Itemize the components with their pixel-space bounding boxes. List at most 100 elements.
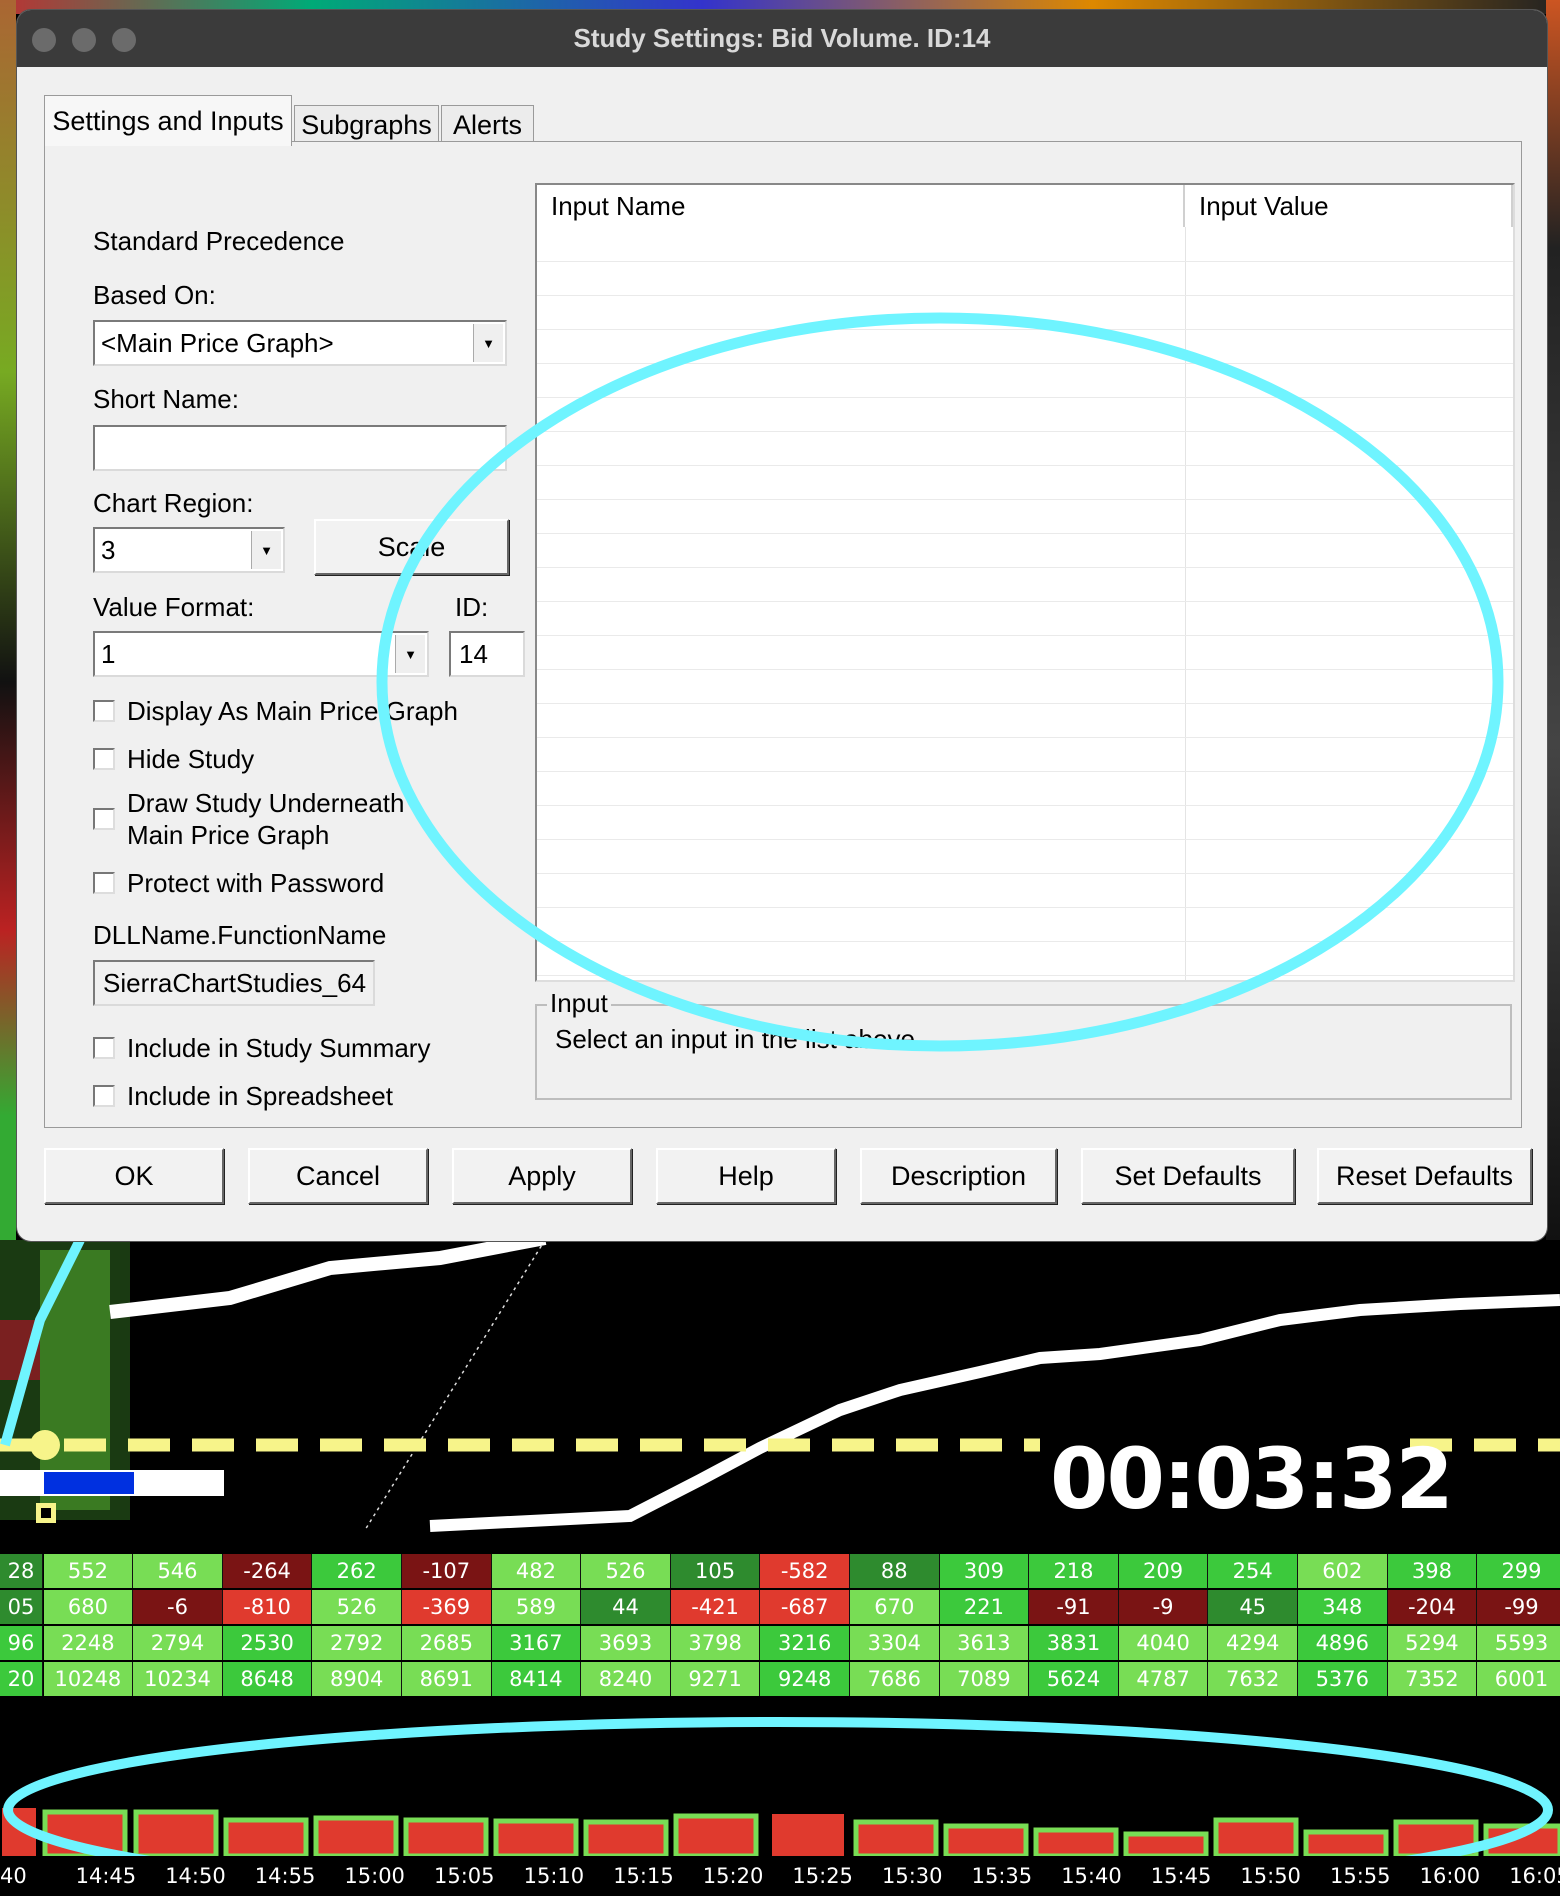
numbers-cell: 5624 [1029, 1662, 1119, 1696]
short-name-input[interactable] [93, 425, 507, 471]
numbers-cell: 20 [0, 1662, 43, 1696]
grid-row-line [537, 975, 1513, 976]
time-tick-label: 15:00 [344, 1864, 405, 1888]
numbers-cell: 45 [1208, 1590, 1298, 1624]
description-button[interactable]: Description [860, 1148, 1057, 1204]
input-group-label: Input [547, 988, 611, 1019]
time-tick-label: 15:40 [1061, 1864, 1122, 1888]
based-on-dropdown[interactable]: <Main Price Graph> ▼ [93, 320, 507, 366]
grid-row-line [537, 907, 1513, 908]
time-tick-label: 40 [0, 1864, 27, 1888]
numbers-cell: 526 [312, 1590, 402, 1624]
grid-row-line [537, 499, 1513, 500]
chart-background-left [0, 0, 16, 1240]
include-study-summary-checkbox[interactable]: Include in Study Summary [93, 1032, 430, 1064]
protect-password-checkbox[interactable]: Protect with Password [93, 867, 384, 899]
time-tick-label: 15:25 [792, 1864, 853, 1888]
tab-subgraphs[interactable]: Subgraphs [294, 105, 439, 145]
set-defaults-button[interactable]: Set Defaults [1081, 1148, 1295, 1204]
cancel-button[interactable]: Cancel [248, 1148, 428, 1204]
help-button[interactable]: Help [656, 1148, 836, 1204]
grid-row-line [537, 805, 1513, 806]
ok-button[interactable]: OK [44, 1148, 224, 1204]
numbers-cell: 2685 [402, 1626, 492, 1660]
grid-row-line [537, 771, 1513, 772]
price-ladder-strip [0, 1240, 130, 1520]
time-tick-label: 15:55 [1330, 1864, 1391, 1888]
tab-alerts[interactable]: Alerts [441, 105, 534, 145]
draw-underneath-checkbox[interactable]: Draw Study Underneath Main Price Graph [93, 787, 404, 851]
numbers-cell: 88 [850, 1554, 940, 1588]
minimize-window-button[interactable] [72, 28, 96, 52]
id-label: ID: [455, 592, 489, 622]
small-marker-inner [41, 1508, 51, 1518]
dotted-line [364, 1239, 546, 1531]
chevron-down-icon[interactable]: ▼ [395, 635, 425, 673]
include-spreadsheet-checkbox[interactable]: Include in Spreadsheet [93, 1080, 393, 1112]
position-bar-fill [44, 1472, 134, 1494]
id-field: 14 [449, 631, 525, 677]
time-tick-label: 14:50 [165, 1864, 226, 1888]
time-tick-label: 15:30 [882, 1864, 943, 1888]
tab-settings-and-inputs[interactable]: Settings and Inputs [44, 95, 292, 146]
level-marker [30, 1430, 60, 1460]
time-tick-label: 16:00 [1419, 1864, 1481, 1888]
chart-region-dropdown[interactable]: 3 ▼ [93, 527, 285, 573]
hide-study-checkbox[interactable]: Hide Study [93, 743, 254, 775]
screen: 00:03:32 28 552 546 -264 262 -107 482 526 105 -58… [0, 0, 1560, 1896]
chevron-down-icon[interactable]: ▼ [251, 531, 281, 569]
zoom-window-button[interactable] [112, 28, 136, 52]
grid-row-line [537, 329, 1513, 330]
numbers-cell: 209 [1118, 1554, 1209, 1588]
chart-region-label: Chart Region: [93, 488, 254, 518]
inputs-grid[interactable]: Input Name Input Value [535, 183, 1515, 982]
close-window-button[interactable] [32, 28, 56, 52]
reset-defaults-button[interactable]: Reset Defaults [1317, 1148, 1532, 1204]
chevron-down-icon[interactable]: ▼ [473, 324, 503, 362]
numbers-cell: 254 [1208, 1554, 1298, 1588]
numbers-cell: -582 [760, 1554, 850, 1588]
numbers-cell: 4040 [1118, 1626, 1209, 1660]
time-tick-label: 15:05 [434, 1864, 495, 1888]
numbers-cell: -810 [222, 1590, 313, 1624]
column-header-input-name[interactable]: Input Name [537, 185, 1185, 227]
price-ladder-red [0, 1320, 40, 1380]
grid-header: Input Name Input Value [537, 185, 1513, 227]
numbers-cell: -107 [402, 1554, 492, 1588]
numbers-cell: 2792 [312, 1626, 402, 1660]
column-header-input-value[interactable]: Input Value [1185, 185, 1513, 227]
numbers-cell: 398 [1387, 1554, 1478, 1588]
numbers-cell: 2530 [222, 1626, 313, 1660]
title-bar[interactable]: Study Settings: Bid Volume. ID:14 [17, 10, 1547, 67]
grid-row-line [537, 737, 1513, 738]
input-description-group: Input Select an input in the list above. [535, 988, 1512, 1100]
numbers-cell: 7352 [1387, 1662, 1478, 1696]
value-format-dropdown[interactable]: 1 ▼ [93, 631, 429, 677]
numbers-cell: 5593 [1477, 1626, 1560, 1660]
numbers-cell: 3693 [581, 1626, 671, 1660]
numbers-row: 05 680 -6 -810 526 -369 589 44 -421 -687 670 221 -91… [0, 1590, 1560, 1626]
value-format-label: Value Format: [93, 592, 255, 622]
bar-timer: 00:03:32 [1050, 1430, 1454, 1528]
grid-row-line [537, 363, 1513, 364]
based-on-value: <Main Price Graph> [101, 327, 334, 358]
time-tick-label: 15:15 [613, 1864, 674, 1888]
dll-name-label: DLLName.FunctionName [93, 920, 387, 950]
numbers-cell: 3216 [760, 1626, 850, 1660]
numbers-cell: 10234 [133, 1662, 223, 1696]
scale-button[interactable]: Scale [314, 519, 509, 575]
numbers-cell: 9271 [670, 1662, 761, 1696]
time-tick-label: 15:35 [971, 1864, 1033, 1888]
dll-name-field: SierraChartStudies_64 [93, 960, 375, 1006]
numbers-cell: -91 [1029, 1590, 1119, 1624]
apply-button[interactable]: Apply [452, 1148, 632, 1204]
display-as-main-checkbox[interactable]: Display As Main Price Graph [93, 695, 458, 727]
time-tick-label: 15:45 [1150, 1864, 1212, 1888]
time-axis: 40 14:45 14:50 14:55 15:00 15:05 15:10 15:15 15:… [0, 1856, 1560, 1896]
numbers-cell: 10248 [43, 1662, 134, 1696]
study-settings-dialog: Study Settings: Bid Volume. ID:14 Settin… [17, 10, 1547, 1241]
numbers-cell: 8648 [222, 1662, 313, 1696]
grid-row-line [537, 567, 1513, 568]
numbers-cell: 3613 [939, 1626, 1030, 1660]
based-on-label: Based On: [93, 280, 216, 310]
